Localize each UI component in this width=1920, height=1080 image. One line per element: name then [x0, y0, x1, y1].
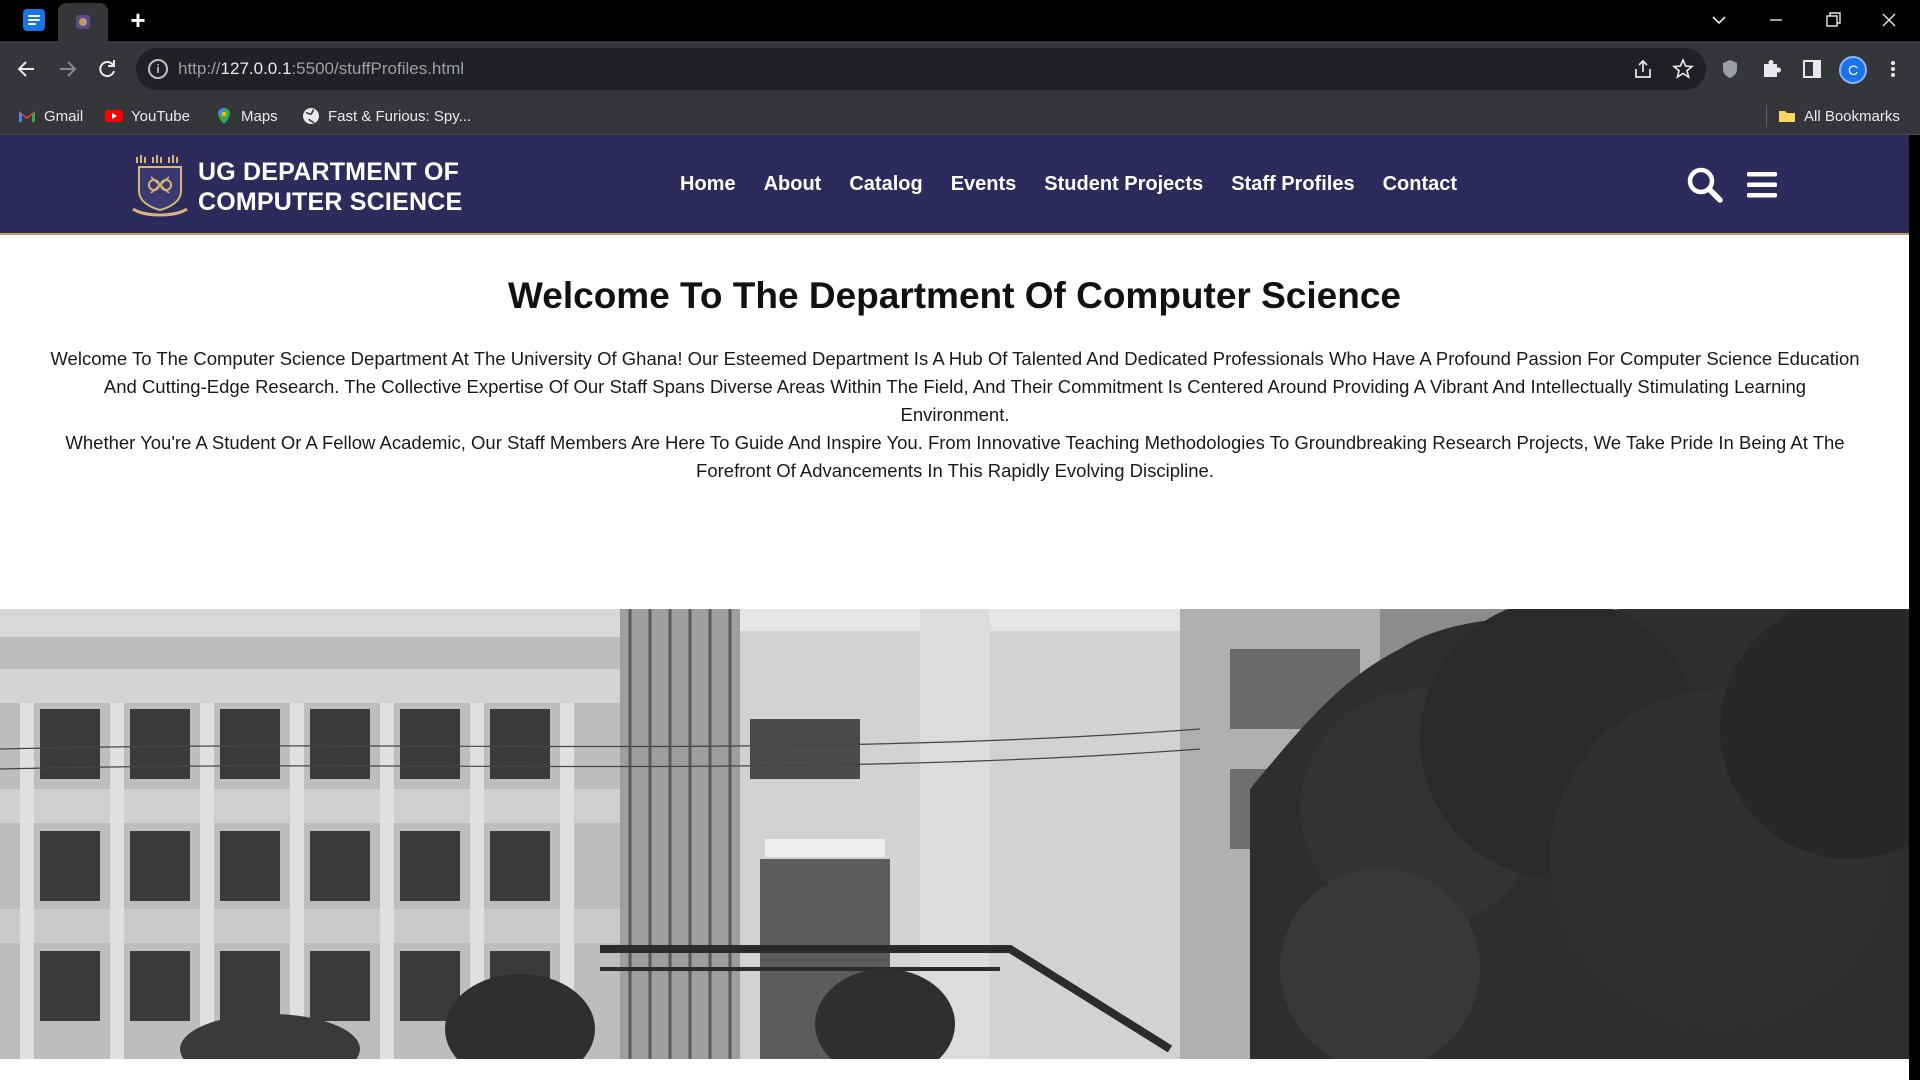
forward-icon[interactable]	[51, 53, 83, 85]
back-icon[interactable]	[11, 53, 43, 85]
search-icon[interactable]	[1685, 165, 1725, 205]
bookmark-gmail[interactable]: Gmail	[18, 106, 83, 126]
bookmark-label: Fast & Furious: Spy...	[328, 107, 472, 125]
site-info-icon[interactable]: i	[148, 59, 168, 79]
bookmark-label: YouTube	[131, 107, 190, 125]
nav-home[interactable]: Home	[680, 173, 736, 196]
nav-staff-profiles[interactable]: Staff Profiles	[1231, 173, 1354, 196]
gmail-icon	[19, 111, 35, 122]
share-icon[interactable]	[1631, 57, 1655, 81]
brand-line-1: UG DEPARTMENT OF	[198, 158, 460, 186]
active-tab[interactable]	[58, 3, 108, 41]
url-text: http://127.0.0.1:5500/stuffProfiles.html	[178, 59, 465, 78]
reload-icon[interactable]	[91, 53, 123, 85]
scrollbar[interactable]	[1909, 135, 1920, 1080]
page-bottom-strip	[0, 1059, 1909, 1080]
bookmark-youtube[interactable]: YouTube	[105, 106, 190, 126]
folder-icon	[1779, 111, 1795, 122]
extensions-puzzle-icon[interactable]	[1755, 53, 1787, 85]
main-nav: Home About Catalog Events Student Projec…	[680, 173, 1457, 196]
side-panel-icon[interactable]	[1796, 53, 1828, 85]
nav-catalog[interactable]: Catalog	[849, 173, 922, 196]
intro-text: Welcome To The Computer Science Departme…	[50, 345, 1860, 485]
page-title: Welcome To The Department Of Computer Sc…	[508, 275, 1401, 316]
brand-line-2: COMPUTER SCIENCE	[198, 188, 463, 216]
browser-toolbar: i http://127.0.0.1:5500/stuffProfiles.ht…	[0, 41, 1920, 97]
welcome-section: Welcome To The Department Of Computer Sc…	[0, 275, 1909, 317]
new-tab-button[interactable]: +	[124, 6, 152, 34]
intro-paragraph-1: Welcome To The Computer Science Departme…	[50, 348, 1860, 425]
restore-icon[interactable]	[1810, 6, 1856, 34]
address-bar[interactable]: i http://127.0.0.1:5500/stuffProfiles.ht…	[136, 48, 1706, 90]
bookmark-star-icon[interactable]	[1671, 57, 1695, 81]
globe-icon	[303, 108, 319, 124]
bookmark-fast-furious[interactable]: Fast & Furious: Spy...	[302, 106, 471, 126]
site-brand[interactable]: UG DEPARTMENT OF COMPUTER SCIENCE	[198, 157, 462, 217]
nav-student-projects[interactable]: Student Projects	[1044, 173, 1203, 196]
shield-extension-icon[interactable]	[1714, 53, 1746, 85]
site-header: UG DEPARTMENT OF COMPUTER SCIENCE Home A…	[0, 135, 1909, 235]
bookmark-label: Gmail	[44, 107, 84, 125]
close-window-icon[interactable]	[1866, 6, 1912, 34]
all-bookmarks-label: All Bookmarks	[1804, 107, 1900, 125]
all-bookmarks-button[interactable]: All Bookmarks	[1778, 106, 1900, 126]
hamburger-menu-icon[interactable]	[1742, 165, 1782, 205]
ug-crest-logo[interactable]	[131, 153, 189, 217]
minimize-icon[interactable]	[1753, 6, 1799, 34]
nav-contact[interactable]: Contact	[1383, 173, 1457, 196]
youtube-icon	[105, 110, 123, 122]
hero-campus-image	[0, 609, 1909, 1059]
nav-events[interactable]: Events	[951, 173, 1017, 196]
nav-about[interactable]: About	[764, 173, 822, 196]
bookmark-maps[interactable]: Maps	[215, 106, 278, 126]
page-viewport: UG DEPARTMENT OF COMPUTER SCIENCE Home A…	[0, 135, 1909, 1080]
bookmarks-bar: Gmail YouTube Maps Fast & Furious: Spy..…	[0, 97, 1920, 135]
profile-avatar[interactable]: C	[1839, 56, 1867, 84]
maps-icon	[218, 108, 230, 124]
more-menu-icon[interactable]	[1877, 53, 1909, 85]
bookmarks-divider	[1766, 105, 1767, 127]
tab-strip: +	[0, 0, 1920, 41]
tab-search-icon[interactable]	[1696, 6, 1742, 34]
bookmark-label: Maps	[241, 107, 278, 125]
ug-crest-icon	[76, 15, 90, 29]
intro-paragraph-2: Whether You're A Student Or A Fellow Aca…	[65, 432, 1845, 481]
campus-building-photo	[0, 609, 1909, 1059]
docs-tab-icon[interactable]	[23, 9, 45, 31]
